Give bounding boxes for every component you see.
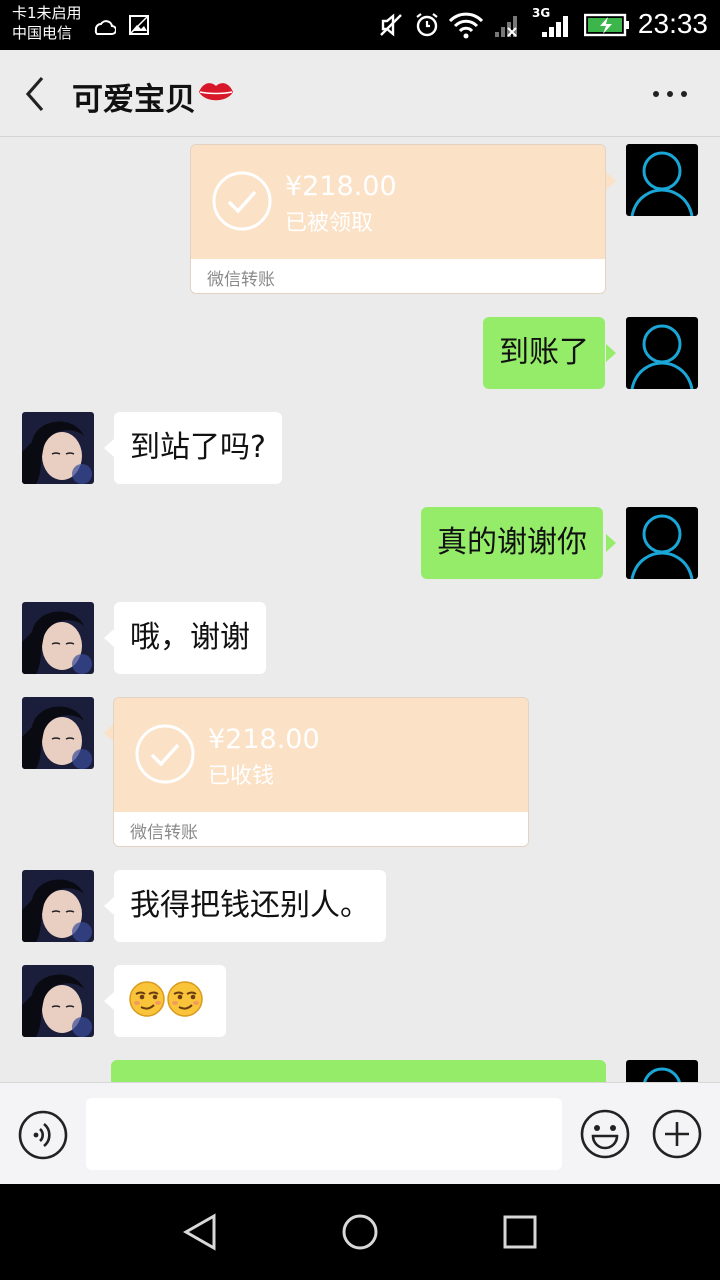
- smirk-face-icon: [129, 980, 165, 1017]
- user-silhouette-icon: [643, 1067, 681, 1082]
- voice-input-icon[interactable]: [18, 1110, 68, 1160]
- nav-recent-apps-icon[interactable]: [502, 1214, 538, 1250]
- transfer-label: 微信转账: [130, 823, 198, 843]
- battery-charging-icon: [584, 13, 629, 37]
- more-functions-plus-icon[interactable]: [652, 1109, 702, 1159]
- wifi-icon: [448, 12, 484, 39]
- transfer-card-received[interactable]: ¥218.00 已收钱 微信转账: [113, 697, 529, 847]
- nav-back-icon[interactable]: [180, 1212, 220, 1252]
- contact-avatar[interactable]: [22, 697, 94, 769]
- back-arrow-icon[interactable]: [18, 74, 54, 114]
- my-avatar[interactable]: [626, 317, 698, 389]
- transfer-label: 微信转账: [207, 270, 275, 290]
- message-bubble-sent[interactable]: [111, 1060, 606, 1082]
- carrier-info: 卡1未启用 中国电信: [12, 3, 82, 43]
- message-bubble-sent[interactable]: 到账了: [483, 317, 605, 389]
- status-bar: 卡1未启用 中国电信 3G 23:33: [0, 0, 720, 50]
- check-circle-icon: [212, 171, 272, 231]
- transfer-status: 已收钱: [208, 764, 275, 789]
- check-circle-icon: [135, 724, 195, 784]
- contact-avatar[interactable]: [22, 965, 94, 1037]
- mute-icon: [380, 13, 402, 37]
- bubble-tail: [606, 344, 616, 362]
- contact-photo: [22, 412, 94, 484]
- clock: 23:33: [637, 8, 708, 39]
- user-silhouette-icon: [630, 514, 694, 579]
- user-silhouette-icon: [630, 151, 694, 216]
- contact-avatar[interactable]: [22, 870, 94, 942]
- bubble-tail: [104, 629, 114, 647]
- message-bubble-sent[interactable]: 真的谢谢你: [421, 507, 603, 579]
- transfer-card-footer: 微信转账: [191, 259, 605, 293]
- message-input[interactable]: [86, 1098, 562, 1170]
- transfer-amount: ¥218.00: [208, 724, 320, 755]
- my-avatar[interactable]: [626, 144, 698, 216]
- transfer-card-sent[interactable]: ¥218.00 已被领取 微信转账: [190, 144, 606, 294]
- contact-photo: [22, 965, 94, 1037]
- weather-icon: [94, 20, 116, 35]
- message-bubble-emoji[interactable]: [114, 965, 226, 1037]
- message-bubble-received[interactable]: 我得把钱还别人。: [114, 870, 386, 942]
- signal-sim2-icon: [542, 16, 568, 37]
- carrier-line1: 卡1未启用: [12, 4, 82, 22]
- chat-title: 可爱宝贝: [72, 82, 196, 118]
- alarm-icon: [416, 13, 438, 37]
- transfer-card-top: ¥218.00 已收钱: [114, 698, 528, 812]
- input-bar: [0, 1082, 720, 1184]
- user-silhouette-icon: [630, 324, 694, 389]
- contact-photo: [22, 870, 94, 942]
- transfer-amount: ¥218.00: [285, 171, 397, 202]
- image-icon: [129, 15, 149, 35]
- chat-header: 可爱宝贝: [0, 50, 720, 137]
- contact-photo: [22, 602, 94, 674]
- bubble-tail: [606, 534, 616, 552]
- bubble-tail: [104, 439, 114, 457]
- transfer-card-top: ¥218.00 已被领取: [191, 145, 605, 259]
- my-avatar[interactable]: [626, 1060, 698, 1082]
- smirk-face-icon: [167, 980, 203, 1017]
- transfer-status: 已被领取: [285, 211, 374, 236]
- carrier-line2: 中国电信: [12, 24, 73, 42]
- contact-avatar[interactable]: [22, 412, 94, 484]
- bubble-tail: [104, 992, 114, 1010]
- message-bubble-received[interactable]: 哦，谢谢: [114, 602, 266, 674]
- lips-icon: [199, 83, 233, 101]
- message-bubble-received[interactable]: 到站了吗?: [114, 412, 282, 484]
- bubble-tail: [606, 172, 616, 190]
- emoji-picker-icon[interactable]: [580, 1109, 630, 1159]
- more-options-icon[interactable]: [650, 88, 690, 100]
- signal-sim1-icon: [495, 16, 517, 37]
- transfer-card-footer: 微信转账: [114, 812, 528, 846]
- my-avatar[interactable]: [626, 507, 698, 579]
- contact-avatar[interactable]: [22, 602, 94, 674]
- system-navigation-bar: [0, 1184, 720, 1280]
- chat-messages-area[interactable]: ¥218.00 已被领取 微信转账 到账了 到站了吗? 真的谢谢你 哦，谢谢 ¥…: [0, 138, 720, 1082]
- nav-home-icon[interactable]: [340, 1212, 380, 1252]
- contact-photo: [22, 697, 94, 769]
- bubble-tail: [104, 897, 114, 915]
